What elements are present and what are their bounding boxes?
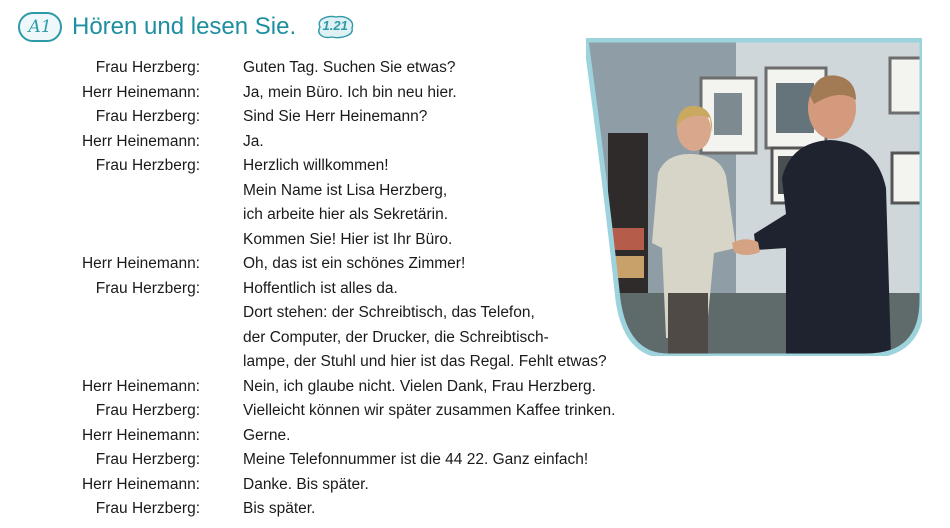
exercise-title: Hören und lesen Sie. bbox=[72, 13, 297, 40]
audio-track-badge: 1.21 bbox=[314, 14, 356, 40]
speaker-name: Frau Herzberg: bbox=[95, 59, 200, 76]
task-number-label: A1 bbox=[28, 17, 52, 37]
exercise-header: A1 Hören und lesen Sie. 1.21 bbox=[18, 10, 356, 44]
speech-line: Vielleicht können wir später zusammen Ka… bbox=[243, 402, 616, 419]
speech-text: Guten Tag. Suchen Sie etwas? bbox=[243, 56, 456, 81]
speaker-name: Frau Herzberg: bbox=[95, 279, 200, 297]
speech-line: Meine Telefonnummer ist die 44 22. Ganz … bbox=[243, 451, 589, 468]
speech-line: Bis später. bbox=[243, 500, 316, 517]
office-greeting-photo bbox=[586, 38, 922, 356]
speech-text: Oh, das ist ein schönes Zimmer! bbox=[243, 252, 465, 277]
speech-text: Meine Telefonnummer ist die 44 22. Ganz … bbox=[243, 448, 588, 473]
speech-line: Nein, ich glaube nicht. Vielen Dank, Fra… bbox=[243, 377, 596, 395]
speaker-name: Herr Heinemann: bbox=[81, 475, 200, 493]
task-number-badge: A1 bbox=[18, 12, 62, 42]
speech-line: Mein Name ist Lisa Herzberg, bbox=[243, 181, 448, 199]
speech-text: Sind Sie Herr Heinemann? bbox=[243, 105, 427, 130]
speaker-name: Herr Heinemann: bbox=[81, 377, 200, 395]
speech-line: der Computer, der Drucker, die Schreibti… bbox=[243, 328, 549, 346]
dialog-row: Herr Heinemann: Nein, ich glaube nicht. V… bbox=[0, 375, 700, 400]
speech-line: ich arbeite hier als Sekretärin. bbox=[243, 206, 449, 223]
dialog-row: Herr Heinemann: Danke. Bis später. bbox=[0, 473, 700, 498]
speech-text: Nein, ich glaube nicht. Vielen Dank, Fra… bbox=[243, 375, 596, 400]
speech-line: Dort stehen: der Schreibtisch, das Telef… bbox=[243, 304, 535, 321]
speaker-name: Frau Herzberg: bbox=[95, 108, 200, 125]
speaker-name: Herr Heinemann: bbox=[81, 83, 200, 101]
audio-track-number: 1.21 bbox=[322, 18, 348, 33]
speech-line: Oh, das ist ein schönes Zimmer! bbox=[243, 255, 466, 272]
speaker-name: Herr Heinemann: bbox=[81, 255, 200, 272]
speaker-name: Frau Herzberg: bbox=[95, 500, 200, 517]
speech-text: Ja. bbox=[243, 130, 264, 155]
speaker-name: Frau Herzberg: bbox=[95, 157, 200, 174]
speech-line: Herzlich willkommen! bbox=[243, 157, 389, 174]
speech-text: Bis später. bbox=[243, 497, 315, 522]
speech-text: Danke. Bis später. bbox=[243, 473, 369, 498]
dialog-row: Frau Herzberg: Meine Telefonnummer ist di… bbox=[0, 448, 700, 473]
dialog-row: Frau Herzberg: Bis später. bbox=[0, 497, 700, 522]
speech-line: Ja, mein Büro. Ich bin neu hier. bbox=[243, 83, 457, 101]
speech-line: lampe, der Stuhl und hier ist das Regal.… bbox=[243, 353, 607, 370]
speech-line: Kommen Sie! Hier ist Ihr Büro. bbox=[243, 230, 453, 248]
speech-line: Ja. bbox=[243, 132, 264, 150]
dialog-row: Herr Heinemann: Gerne. bbox=[0, 424, 700, 449]
speech-text: Vielleicht können wir später zusammen Ka… bbox=[243, 399, 615, 424]
speaker-name: Frau Herzberg: bbox=[95, 451, 200, 468]
speech-text: Gerne. bbox=[243, 424, 290, 449]
speech-line: Guten Tag. Suchen Sie etwas? bbox=[243, 59, 456, 76]
speaker-name: Herr Heinemann: bbox=[81, 132, 200, 150]
dialog-row: Frau Herzberg: Vielleicht können wir spät… bbox=[0, 399, 700, 424]
speech-text: Ja, mein Büro. Ich bin neu hier. bbox=[243, 81, 457, 106]
speaker-name: Herr Heinemann: bbox=[81, 426, 200, 444]
speech-line: Sind Sie Herr Heinemann? bbox=[243, 108, 428, 125]
speech-line: Gerne. bbox=[243, 426, 291, 444]
speech-text: Hoffentlich ist alles da. Dort stehen: de… bbox=[243, 277, 607, 375]
speech-line: Danke. Bis später. bbox=[243, 475, 369, 493]
speech-line: Hoffentlich ist alles da. bbox=[243, 279, 398, 297]
speech-text: Herzlich willkommen! Mein Name ist Lisa H… bbox=[243, 154, 452, 252]
speaker-name: Frau Herzberg: bbox=[95, 402, 200, 419]
